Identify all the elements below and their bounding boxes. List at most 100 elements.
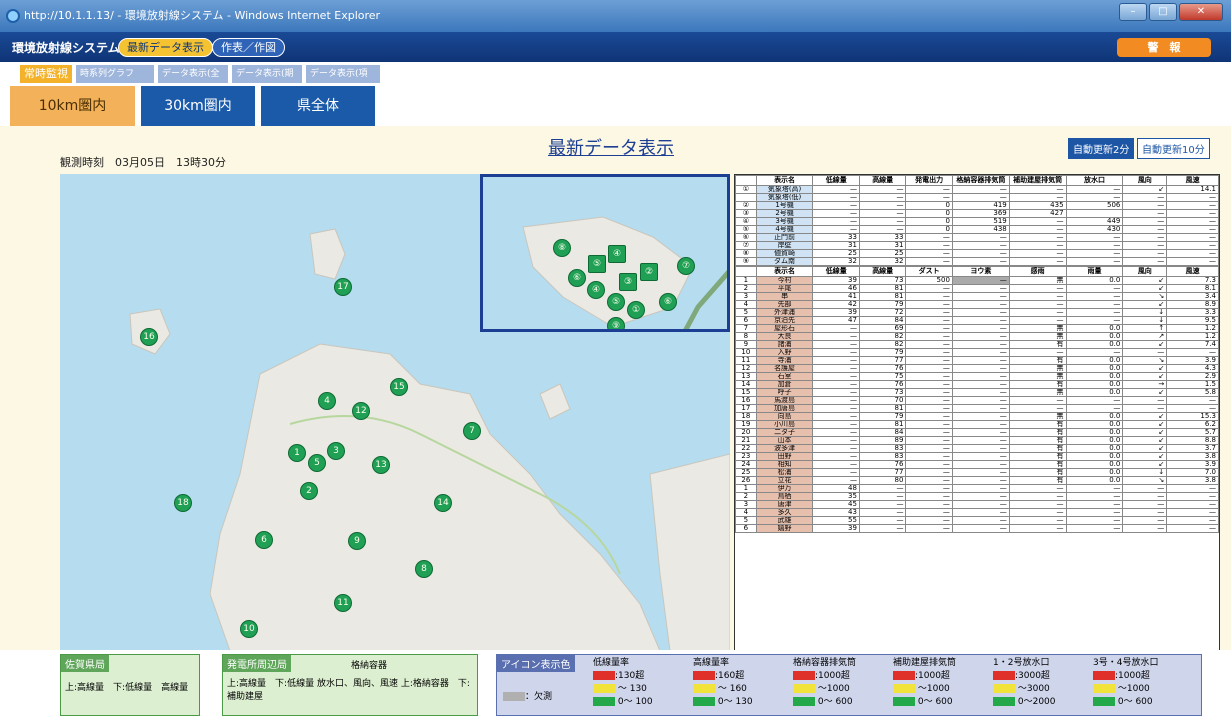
map-marker[interactable]: 2	[300, 482, 318, 500]
close-button[interactable]: ✕	[1179, 3, 1223, 21]
minimize-button[interactable]: –	[1119, 3, 1147, 21]
table-cell: 1号機	[755, 201, 814, 210]
table-cell: —	[951, 380, 1010, 389]
monitoring-map[interactable]: ⑧ ④ ⑤ ⑥ ③ ② ⑦ ④ ⑤ ① ⑥ ⑨ 1 2 3 4 5 6 7 8 …	[60, 174, 730, 651]
table-cell: 山本	[755, 436, 814, 445]
auto-update-2min-button[interactable]: 自動更新2分	[1068, 138, 1135, 159]
table-row: 6 京泊先 47 84— — — — ↓ 9.5	[735, 316, 1219, 325]
table-cell: —	[812, 185, 860, 194]
tab-timeseries[interactable]: 時系列グラフ	[76, 65, 154, 83]
tab-data-period[interactable]: データ表示(期間)	[232, 65, 302, 97]
latest-data-button[interactable]: 最新データ表示	[118, 38, 213, 57]
table-cell: —	[905, 444, 953, 453]
maximize-button[interactable]: □	[1149, 3, 1177, 21]
table-cell: —	[905, 340, 953, 349]
table-cell: —	[905, 356, 953, 365]
map-marker[interactable]: 12	[352, 402, 370, 420]
table-cell: 5	[735, 308, 757, 317]
table-cell: 有	[1008, 380, 1067, 389]
map-marker[interactable]: 16	[140, 328, 158, 346]
map-marker[interactable]: 1	[288, 444, 306, 462]
map-marker[interactable]: 4	[318, 392, 336, 410]
map-marker[interactable]: 8	[415, 560, 433, 578]
map-marker[interactable]: 18	[174, 494, 192, 512]
inset-marker[interactable]: ⑤	[607, 293, 625, 311]
table-cell: 506	[1065, 201, 1124, 210]
table-cell: —	[951, 404, 1010, 413]
auto-update-10min-button[interactable]: 自動更新10分	[1137, 138, 1210, 159]
map-marker[interactable]: 11	[334, 594, 352, 612]
map-marker[interactable]: 15	[390, 378, 408, 396]
table-row: 25 松浦 —77— — 有 0.0 ↓ 7.0	[735, 468, 1219, 477]
table-header: 放水口	[1065, 175, 1124, 186]
table-cell: —	[905, 516, 953, 525]
table-cell: —	[1008, 249, 1067, 258]
map-marker[interactable]: 3	[327, 442, 345, 460]
table-cell: 気象塔(高)	[755, 185, 814, 194]
table-cell: —	[951, 508, 1010, 517]
table-cell: —	[1065, 257, 1124, 266]
map-marker[interactable]: 13	[372, 456, 390, 474]
table-cell: 3号機	[755, 217, 814, 226]
app-header: 環境放射線システム 最新データ表示 作表／作図 警 報	[0, 32, 1231, 62]
table-row: 10 入野 —79— — — — — —	[735, 348, 1219, 357]
legend-text: 格納容器	[351, 661, 388, 671]
legend-colors: アイコン表示色 ：欠測 低線量率:130超 〜 130 0〜 100 高線量率:1…	[496, 654, 1202, 716]
table-cell: 有	[1008, 356, 1067, 365]
map-marker[interactable]: 10	[240, 620, 258, 638]
inset-marker[interactable]: ⑥	[568, 269, 586, 287]
inset-marker[interactable]: ⑨	[607, 317, 625, 329]
tab-30km[interactable]: 30km圏内	[141, 86, 255, 126]
table-cell: 外津浦	[755, 308, 814, 317]
tab-prefecture[interactable]: 県全体	[261, 86, 375, 126]
map-marker[interactable]: 6	[255, 531, 273, 549]
table-cell: —	[951, 233, 1010, 242]
table-cell: —	[1008, 300, 1067, 309]
table-cell: 18	[735, 412, 757, 421]
table-row: 22 波多津 —83— — 有 0.0 ↙ 3.7	[735, 444, 1219, 453]
inset-marker[interactable]: ⑦	[677, 257, 695, 275]
inset-marker[interactable]: ④	[587, 281, 605, 299]
table-cell: 83	[858, 452, 907, 461]
map-marker[interactable]: 7	[463, 422, 481, 440]
table-cell: 11	[735, 356, 757, 365]
table-cell: —	[905, 524, 953, 533]
table-cell: 47	[812, 316, 860, 325]
inset-marker[interactable]: ⑥	[659, 293, 677, 311]
app-name: 環境放射線システム	[12, 41, 120, 55]
inset-marker[interactable]: ③	[619, 273, 637, 291]
table-cell: 20	[735, 428, 757, 437]
table-cell: —	[1008, 404, 1067, 413]
tab-monitoring[interactable]: 常時監視	[20, 65, 72, 83]
table-row: ⑥ 正門前 33 33— — — — — —	[735, 233, 1219, 242]
table-cell: 79	[858, 300, 907, 309]
table-cell: —	[1122, 516, 1168, 525]
table-cell: ↙	[1122, 460, 1168, 469]
table-cell: —	[1065, 524, 1124, 533]
table-cell: —	[905, 484, 953, 493]
map-marker[interactable]: 17	[334, 278, 352, 296]
table-cell: —	[812, 468, 860, 477]
map-marker[interactable]: 5	[308, 454, 326, 472]
tab-data-all[interactable]: データ表示(全局)	[158, 65, 228, 97]
tab-10km[interactable]: 10km圏内	[10, 86, 135, 126]
table-cell: 449	[1065, 217, 1124, 226]
map-marker[interactable]: 9	[348, 532, 366, 550]
table-cell: 430	[1065, 225, 1124, 234]
inset-marker[interactable]: ④	[608, 245, 626, 263]
tab-data-item[interactable]: データ表示(項目別)	[306, 65, 380, 97]
table-cell: —	[858, 484, 907, 493]
map-marker[interactable]: 14	[434, 494, 452, 512]
table-cell: ②	[735, 201, 757, 210]
inset-marker[interactable]: ⑤	[588, 255, 606, 273]
chart-button[interactable]: 作表／作図	[212, 38, 285, 57]
table-cell: 立花	[755, 476, 814, 485]
legend-text: 放水口、風向、風速	[316, 679, 398, 689]
table-cell: 39	[812, 276, 860, 285]
alarm-button[interactable]: 警 報	[1117, 38, 1211, 57]
table-cell: 16	[735, 396, 757, 405]
table-cell: 438	[951, 225, 1010, 234]
inset-marker[interactable]: ①	[627, 301, 645, 319]
inset-marker[interactable]: ②	[640, 263, 658, 281]
inset-marker[interactable]: ⑧	[553, 239, 571, 257]
